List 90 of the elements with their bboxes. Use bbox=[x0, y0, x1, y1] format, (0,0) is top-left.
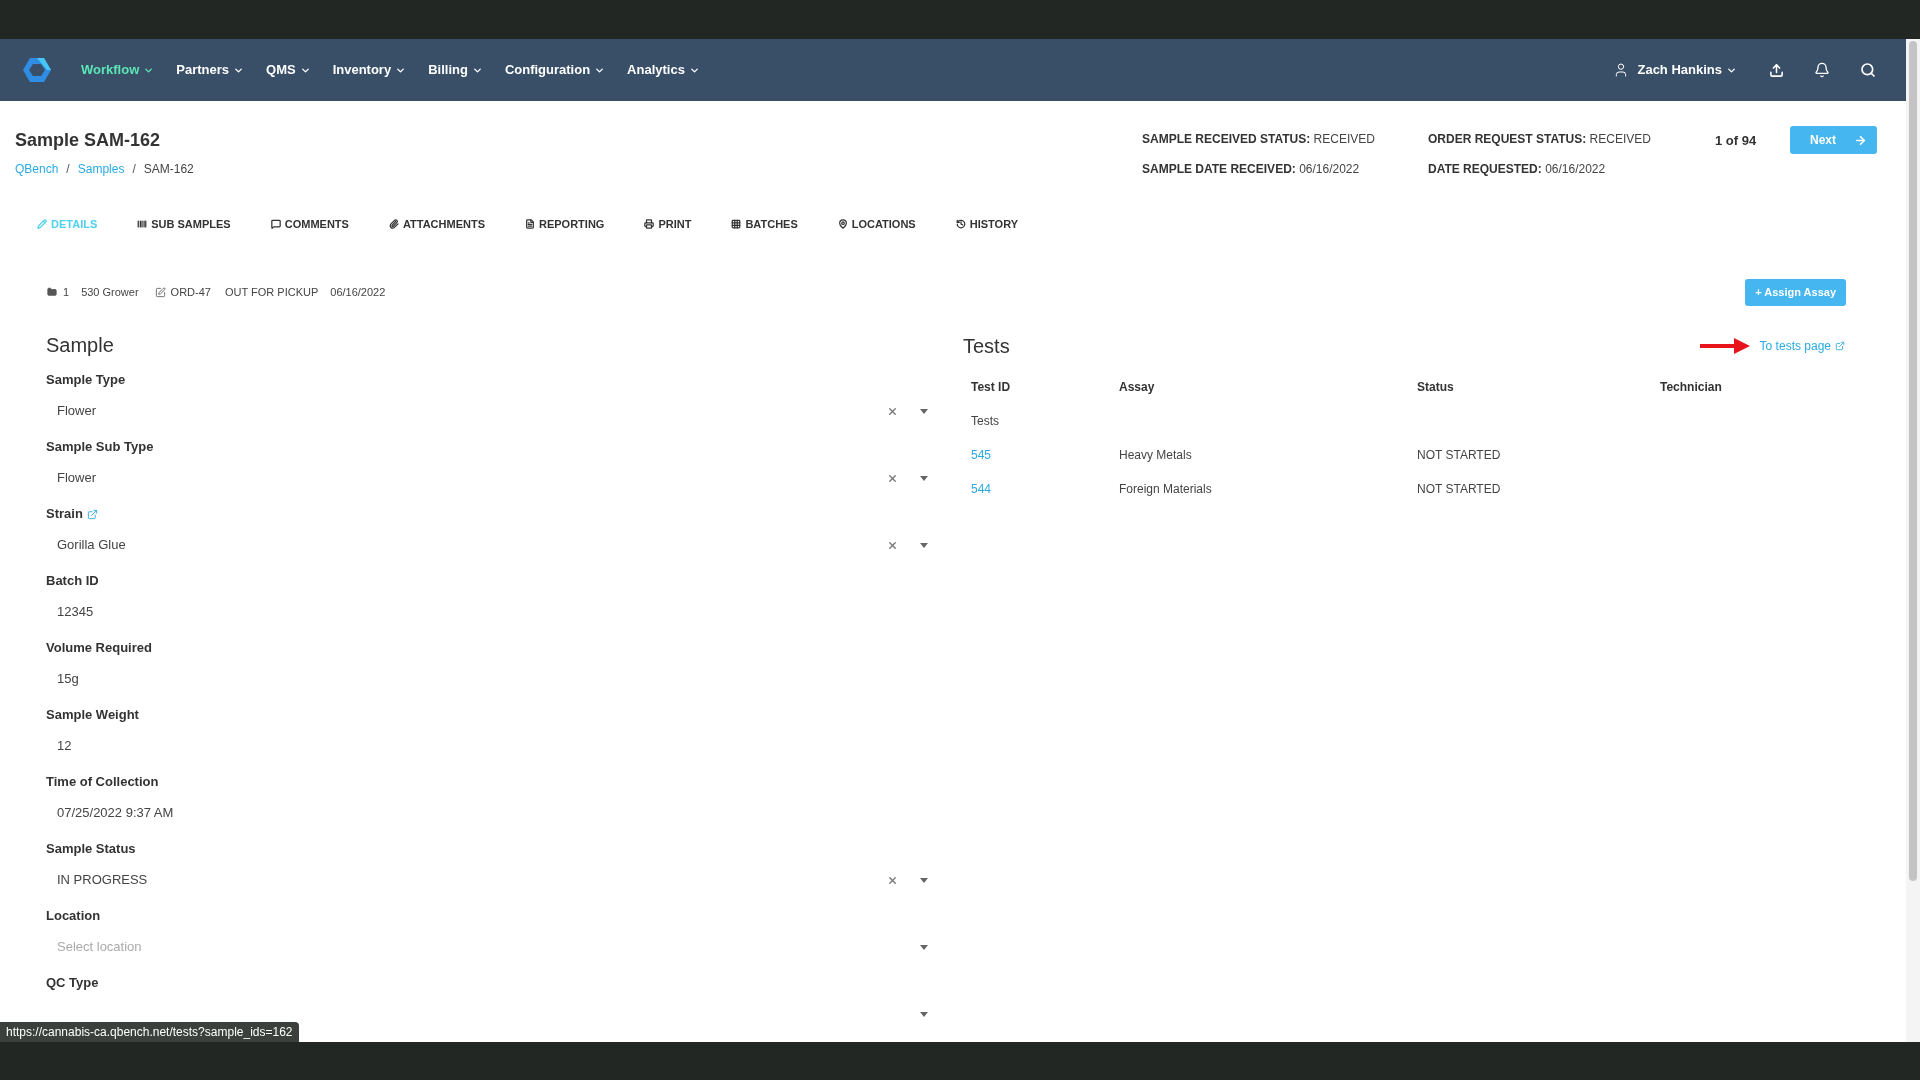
tab[interactable]: BATCHES bbox=[731, 215, 798, 233]
field-label: Volume Required bbox=[46, 639, 152, 658]
tab[interactable]: ATTACHMENTS bbox=[388, 215, 485, 233]
order-date: 06/16/2022 bbox=[330, 284, 386, 300]
comment-icon bbox=[270, 219, 281, 229]
search-icon[interactable] bbox=[1860, 62, 1876, 78]
order-id: ORD-47 bbox=[170, 284, 211, 300]
input-field[interactable]: 07/25/2022 9:37 AM bbox=[46, 796, 932, 830]
arrow-right-icon bbox=[1854, 133, 1867, 147]
clear-icon[interactable] bbox=[887, 405, 898, 417]
tab[interactable]: LOCATIONS bbox=[837, 215, 916, 233]
select-field[interactable]: Flower bbox=[46, 461, 932, 495]
status-text: ORDER REQUEST STATUS: RECEIVED bbox=[1428, 131, 1652, 148]
caret-icon bbox=[920, 877, 928, 883]
arrow-annotation bbox=[1699, 336, 1750, 356]
section-heading: Tests bbox=[963, 334, 1010, 359]
status-text: DATE REQUESTED: 06/16/2022 bbox=[1428, 161, 1607, 178]
tab[interactable]: REPORTING bbox=[525, 215, 605, 233]
breadcrumb-current: SAM-162 bbox=[143, 161, 194, 178]
barcode-icon bbox=[137, 219, 148, 229]
clear-icon[interactable] bbox=[887, 874, 898, 886]
select-field[interactable]: IN PROGRESS bbox=[46, 863, 932, 897]
column-header: Technician bbox=[1660, 379, 1723, 396]
order-status: OUT FOR PICKUP bbox=[224, 284, 319, 300]
clear-icon[interactable] bbox=[887, 472, 898, 484]
select-field[interactable]: Gorilla Glue bbox=[46, 528, 932, 562]
nav-menu-item[interactable]: Configuration bbox=[504, 60, 606, 80]
group-label: Tests bbox=[971, 413, 1000, 430]
page-title: Sample SAM-162 bbox=[15, 129, 162, 152]
table-cell-text: NOT STARTED bbox=[1417, 447, 1502, 464]
grid-icon bbox=[731, 219, 742, 229]
table-cell-text: NOT STARTED bbox=[1417, 481, 1502, 498]
input-field[interactable]: 12345 bbox=[46, 595, 932, 629]
input-field[interactable]: 15g bbox=[46, 662, 932, 696]
nav-menu-item[interactable]: Workflow bbox=[81, 60, 155, 80]
upload-icon[interactable] bbox=[1769, 62, 1784, 78]
select-field[interactable]: Flower bbox=[46, 394, 932, 428]
pager-text: 1 of 94 bbox=[1715, 132, 1758, 150]
map-pin-icon bbox=[837, 219, 848, 229]
paperclip-icon bbox=[388, 219, 399, 229]
tab[interactable]: SUB SAMPLES bbox=[137, 215, 231, 233]
folder-icon bbox=[47, 287, 57, 297]
nav-menu-item[interactable]: QMS bbox=[266, 60, 311, 80]
external-link-icon[interactable] bbox=[86, 508, 98, 520]
field-label: Time of Collection bbox=[46, 773, 159, 792]
caret-icon bbox=[920, 542, 928, 548]
user-menu[interactable]: Zach Hankins bbox=[1637, 60, 1737, 80]
history-icon bbox=[955, 219, 966, 229]
caret-icon bbox=[920, 1011, 928, 1017]
column-header: Test ID bbox=[971, 379, 1012, 396]
table-cell-text: Heavy Metals bbox=[1119, 447, 1193, 464]
field-label: Batch ID bbox=[46, 572, 99, 591]
field-label: Sample Type bbox=[46, 371, 126, 390]
notification-icon[interactable] bbox=[1814, 62, 1830, 78]
tab[interactable]: HISTORY bbox=[955, 215, 1018, 233]
status-text: SAMPLE DATE RECEIVED: 06/16/2022 bbox=[1142, 161, 1361, 178]
nav-menu-item[interactable]: Partners bbox=[176, 60, 244, 80]
field-label: Location bbox=[46, 907, 101, 926]
document-icon bbox=[525, 219, 535, 229]
external-link-icon bbox=[1835, 341, 1845, 351]
field-label: QC Type bbox=[46, 974, 99, 993]
scrollbar[interactable] bbox=[1906, 39, 1920, 1042]
field-label: Sample Sub Type bbox=[46, 438, 154, 457]
column-header: Status bbox=[1417, 379, 1455, 396]
printer-icon bbox=[644, 219, 655, 229]
field-label: Sample Status bbox=[46, 840, 136, 859]
edit-icon bbox=[154, 286, 166, 298]
column-header: Assay bbox=[1119, 379, 1156, 396]
breadcrumb-separator: / bbox=[132, 161, 136, 178]
pencil-icon bbox=[37, 219, 47, 229]
input-field[interactable]: 12 bbox=[46, 729, 932, 763]
nav-menu-item[interactable]: Inventory bbox=[332, 60, 407, 80]
caret-icon bbox=[920, 944, 928, 950]
nav-menu-item[interactable]: Analytics bbox=[627, 60, 700, 80]
section-heading: Sample bbox=[46, 333, 115, 358]
caret-icon bbox=[920, 408, 928, 414]
nav-menu-item[interactable]: Billing bbox=[428, 60, 483, 80]
customer-name: 530 Grower bbox=[81, 284, 139, 300]
status-url-tooltip: https://cannabis-ca.qbench.net/tests?sample_ids=162 bbox=[0, 1022, 299, 1042]
status-text: SAMPLE RECEIVED STATUS: RECEIVED bbox=[1142, 131, 1376, 148]
tab[interactable]: COMMENTS bbox=[270, 215, 349, 233]
clear-icon[interactable] bbox=[887, 539, 898, 551]
sample-count: 1 bbox=[63, 284, 70, 300]
table-cell-text: Foreign Materials bbox=[1119, 481, 1213, 498]
tab[interactable]: PRINT bbox=[644, 215, 692, 233]
breadcrumb-separator: / bbox=[66, 161, 70, 178]
field-label: Strain bbox=[46, 505, 83, 524]
field-label: Sample Weight bbox=[46, 706, 139, 725]
logo-icon[interactable] bbox=[22, 57, 52, 83]
caret-icon bbox=[920, 475, 928, 481]
